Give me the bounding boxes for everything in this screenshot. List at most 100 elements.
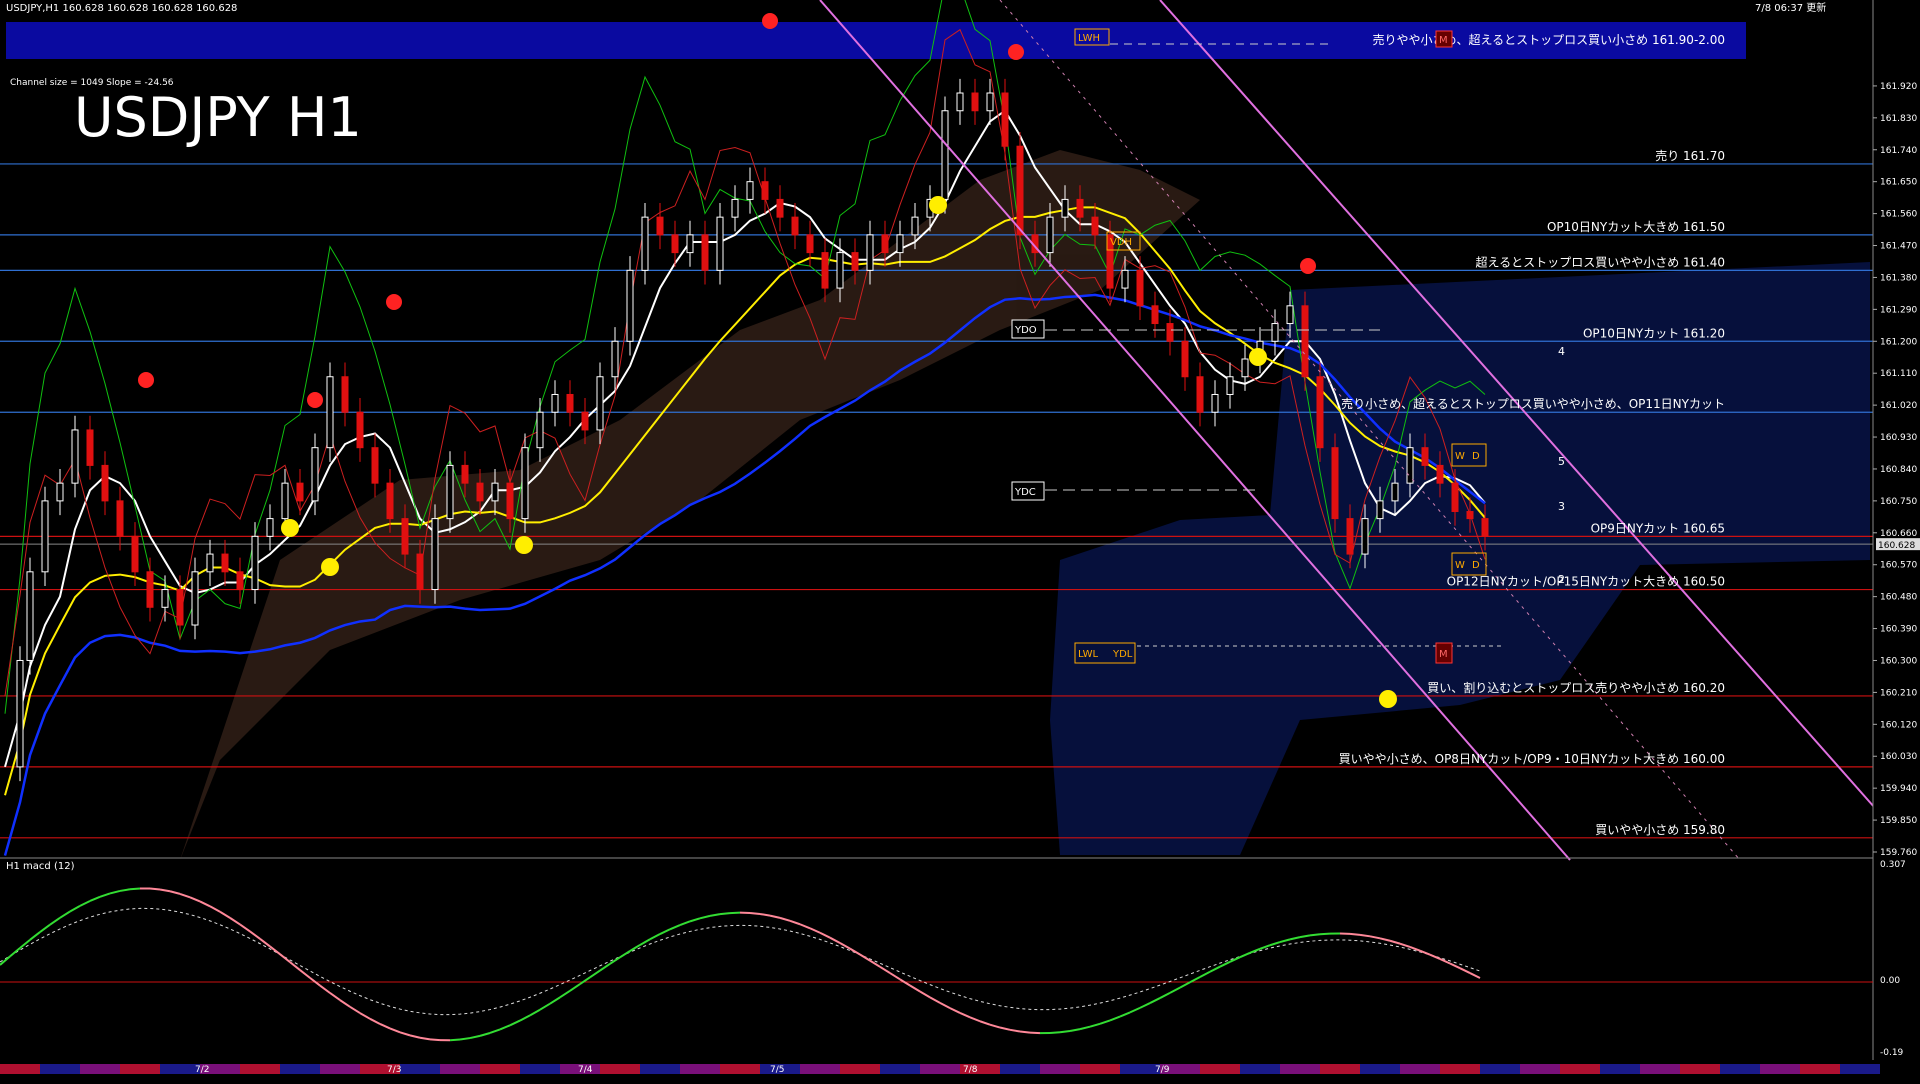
candle-body — [1317, 377, 1323, 448]
date-segment — [1600, 1064, 1640, 1074]
candle-body — [462, 465, 468, 483]
candle-body — [987, 93, 993, 111]
candle-body — [372, 448, 378, 483]
date-segment — [1480, 1064, 1520, 1074]
candle-body — [792, 217, 798, 235]
candle-body — [777, 199, 783, 217]
marker-lwl: LWL — [1078, 649, 1099, 660]
candle-body — [612, 341, 618, 376]
date-segment — [1640, 1064, 1680, 1074]
macd-line-segment — [1310, 934, 1320, 935]
macd-tick: -0.19 — [1880, 1048, 1904, 1058]
candle-body — [597, 377, 603, 430]
date-segment — [600, 1064, 640, 1074]
buy-signal-icon — [929, 196, 947, 214]
candle-body — [1047, 217, 1053, 252]
marker-ydo: YDO — [1014, 325, 1037, 336]
date-label: 7/8 — [963, 1065, 978, 1075]
big-title: USDJPY H1 — [74, 86, 362, 149]
chart-canvas[interactable]: 売りやや小さめ、超えるとストップロス買い小さめ 161.90-2.00売り 16… — [0, 0, 1920, 1080]
candle-body — [192, 572, 198, 625]
buy-signal-icon — [321, 558, 339, 576]
date-segment — [1800, 1064, 1840, 1074]
date-segment — [720, 1064, 760, 1074]
candle-body — [267, 519, 273, 537]
candle-body — [642, 217, 648, 270]
candle-body — [297, 483, 303, 501]
candle-body — [1392, 483, 1398, 501]
candle-body — [1167, 324, 1173, 342]
price-tick: 160.570 — [1880, 561, 1917, 571]
date-segment — [520, 1064, 560, 1074]
date-segment — [1560, 1064, 1600, 1074]
date-segment — [1080, 1064, 1120, 1074]
macd-tick: 0.307 — [1880, 860, 1906, 870]
candle-body — [312, 448, 318, 501]
level-label: OP10日NYカット 161.20 — [1583, 326, 1725, 340]
date-segment — [160, 1064, 200, 1074]
level-label: 買いやや小さめ 159.80 — [1595, 823, 1725, 837]
candle-body — [1137, 270, 1143, 305]
date-segment — [1360, 1064, 1400, 1074]
date-segment — [480, 1064, 520, 1074]
macd-line-segment — [430, 1039, 440, 1040]
candle-body — [1077, 199, 1083, 217]
date-segment — [1120, 1064, 1160, 1074]
candle-body — [582, 412, 588, 430]
chart-window: 売りやや小さめ、超えるとストップロス買い小さめ 161.90-2.00売り 16… — [0, 0, 1920, 1080]
candle-body — [1452, 483, 1458, 511]
buy-signal-icon — [515, 536, 533, 554]
candle-body — [867, 235, 873, 270]
candle-body — [207, 554, 213, 572]
sell-signal-icon — [1008, 44, 1024, 60]
candle-body — [237, 572, 243, 590]
candle-body — [687, 235, 693, 253]
candle-body — [1182, 341, 1188, 376]
candle-body — [402, 519, 408, 554]
price-tick: 159.760 — [1880, 848, 1917, 858]
proj-label-3: 3 — [1558, 500, 1565, 513]
candle-body — [87, 430, 93, 465]
level-label: 買いやや小さめ、OP8日NYカット/OP9・10日NYカット大きめ 160.00 — [1339, 752, 1725, 766]
candle-body — [1482, 519, 1488, 537]
candle-body — [1152, 306, 1158, 324]
date-label: 7/2 — [195, 1065, 209, 1075]
macd-label: H1 macd (12) — [6, 861, 75, 872]
candle-body — [672, 235, 678, 253]
candle-body — [942, 111, 948, 200]
price-tick: 160.930 — [1880, 433, 1917, 443]
marker-vdh: VDH — [1110, 237, 1132, 248]
macd-line-segment — [720, 913, 730, 914]
proj-label-5: 5 — [1558, 455, 1565, 468]
header-datetime: 7/8 06:37 更新 — [1755, 1, 1826, 14]
candle-body — [162, 590, 168, 608]
candle-body — [822, 253, 828, 288]
candle-body — [972, 93, 978, 111]
candle-body — [657, 217, 663, 235]
marker-w-top: W — [1455, 451, 1465, 462]
level-label: OP9日NYカット 160.65 — [1591, 521, 1725, 535]
price-tick: 160.210 — [1880, 688, 1917, 698]
date-segment — [1680, 1064, 1720, 1074]
sell-signal-icon — [762, 13, 778, 29]
candle-body — [327, 377, 333, 448]
candle-body — [1467, 512, 1473, 519]
date-segment — [280, 1064, 320, 1074]
price-tick: 160.300 — [1880, 656, 1917, 666]
candle-body — [1332, 448, 1338, 519]
candle-body — [1407, 448, 1413, 483]
candle-body — [282, 483, 288, 518]
candle-body — [357, 412, 363, 447]
price-tick: 161.920 — [1880, 82, 1917, 92]
price-tick: 159.850 — [1880, 816, 1917, 826]
price-tick: 160.030 — [1880, 752, 1917, 762]
header-info: USDJPY,H1 160.628 160.628 160.628 160.62… — [6, 3, 237, 14]
candle-body — [1242, 359, 1248, 377]
marker-ydl: YDL — [1112, 649, 1133, 660]
price-tick: 161.020 — [1880, 401, 1917, 411]
sell-signal-icon — [138, 372, 154, 388]
date-label: 7/9 — [1155, 1065, 1170, 1075]
price-tick: 160.480 — [1880, 593, 1917, 603]
candle-body — [957, 93, 963, 111]
candle-body — [17, 660, 23, 766]
